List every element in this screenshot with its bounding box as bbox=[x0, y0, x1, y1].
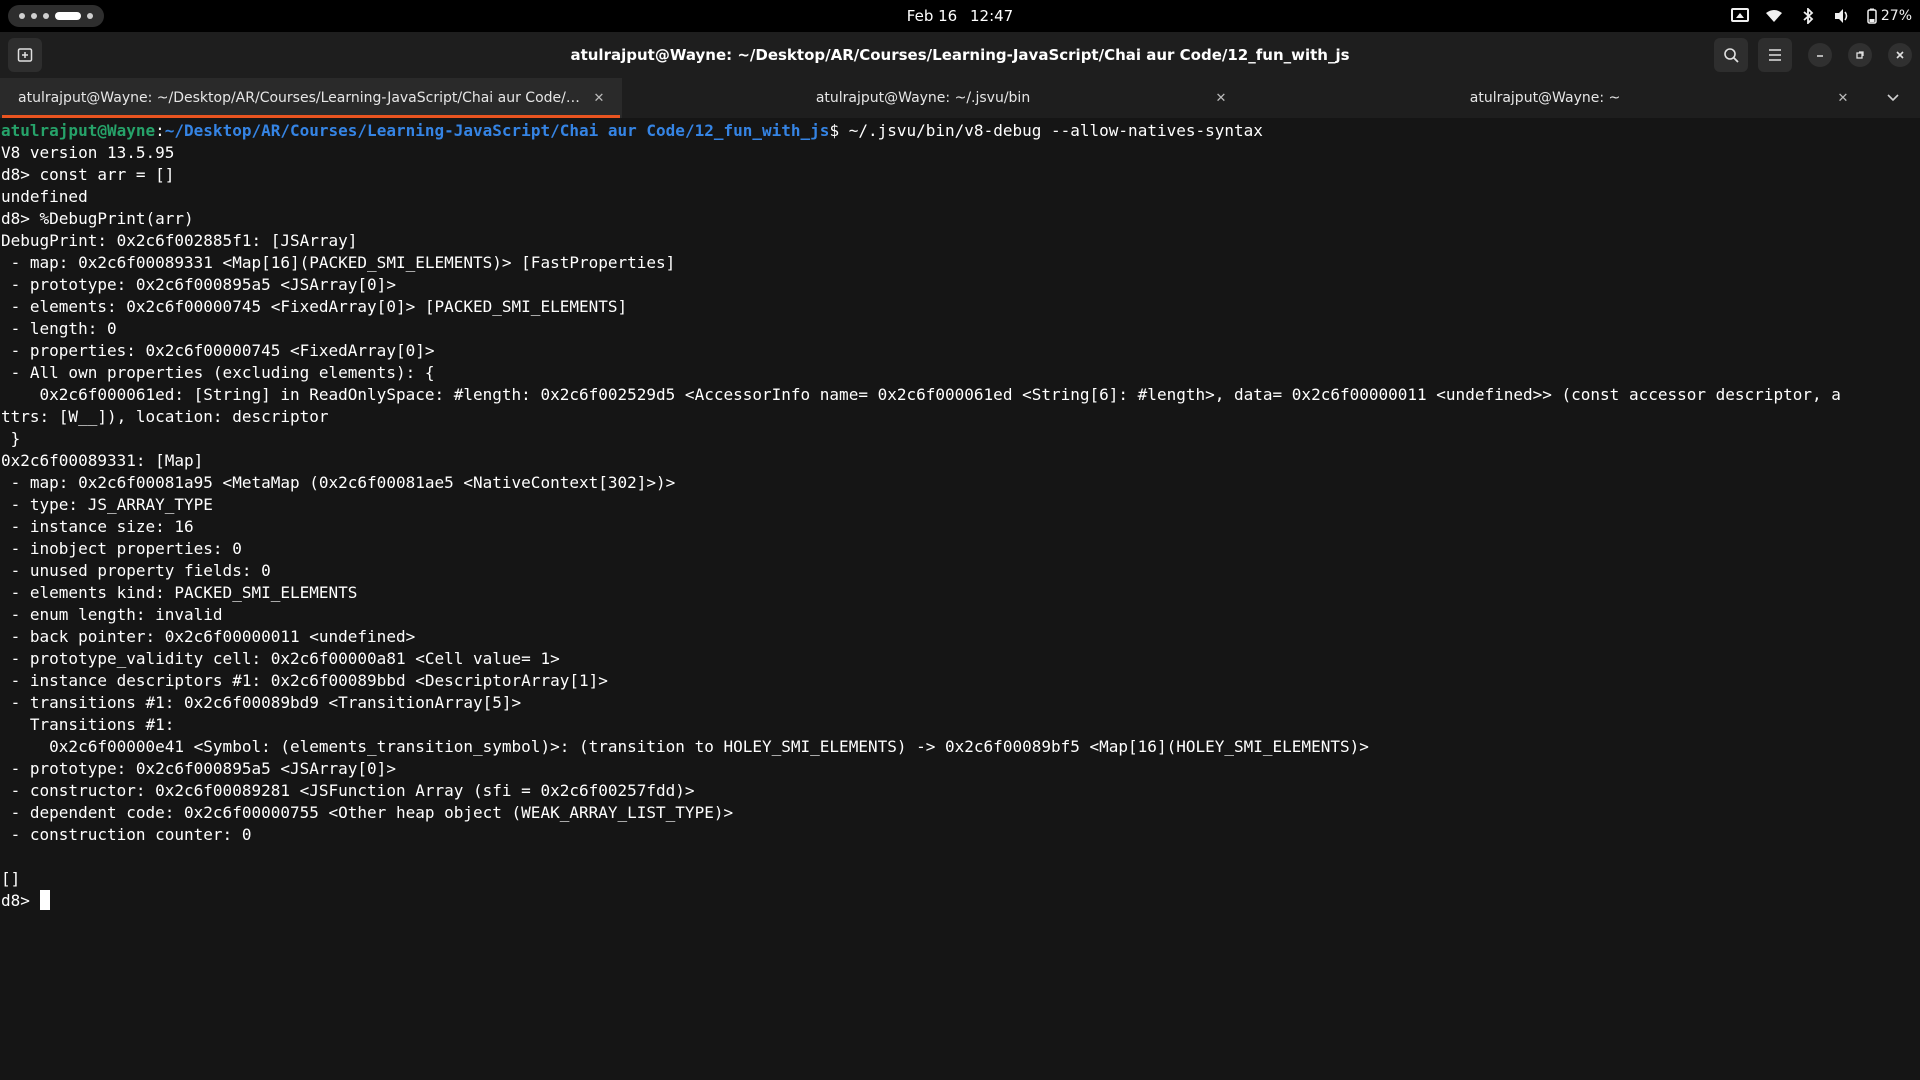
terminal-line: [] bbox=[1, 869, 21, 888]
close-window-button[interactable] bbox=[1888, 43, 1912, 67]
terminal-line: 0x2c6f00000e41 <Symbol: (elements_transi… bbox=[1, 737, 1369, 756]
tab-12-fun-with-js[interactable]: atulrajput@Wayne: ~/Desktop/AR/Courses/L… bbox=[0, 78, 622, 118]
terminal-line: 0x2c6f000061ed: [String] in ReadOnlySpac… bbox=[1, 385, 1841, 404]
tab-close-icon[interactable]: ✕ bbox=[1834, 89, 1852, 107]
terminal-line: } bbox=[1, 429, 21, 448]
terminal-line: DebugPrint: 0x2c6f002885f1: [JSArray] bbox=[1, 231, 358, 250]
clock-time: 12:47 bbox=[969, 7, 1014, 25]
terminal-line: - map: 0x2c6f00089331 <Map[16](PACKED_SM… bbox=[1, 253, 676, 272]
terminal-line: - transitions #1: 0x2c6f00089bd9 <Transi… bbox=[1, 693, 522, 712]
hamburger-menu-icon bbox=[1769, 49, 1781, 61]
tab-label: atulrajput@Wayne: ~/Desktop/AR/Courses/L… bbox=[18, 90, 584, 106]
system-top-bar: Feb 16 12:47 27% bbox=[0, 0, 1920, 32]
prompt-path: ~/Desktop/AR/Courses/Learning-JavaScript… bbox=[164, 121, 830, 140]
output-lines: V8 version 13.5.95 d8> const arr = [] unde… bbox=[1, 142, 1920, 890]
search-icon bbox=[1724, 48, 1739, 63]
terminal-line: - All own properties (excluding elements… bbox=[1, 363, 435, 382]
terminal-line: d8> %DebugPrint(arr) bbox=[1, 209, 194, 228]
chevron-down-icon bbox=[1887, 94, 1899, 102]
tab-close-icon[interactable]: ✕ bbox=[1212, 89, 1230, 107]
terminal-line: - prototype: 0x2c6f000895a5 <JSArray[0]> bbox=[1, 275, 396, 294]
system-tray[interactable]: 27% bbox=[1730, 7, 1912, 25]
terminal-line: - map: 0x2c6f00081a95 <MetaMap (0x2c6f00… bbox=[1, 473, 676, 492]
new-tab-icon bbox=[17, 48, 33, 62]
prompt-line: atulrajput@Wayne:~/Desktop/AR/Courses/Le… bbox=[1, 120, 1920, 142]
bluetooth-icon[interactable] bbox=[1799, 7, 1817, 25]
tab-label: atulrajput@Wayne: ~/.jsvu/bin bbox=[815, 90, 1031, 106]
window-title: atulrajput@Wayne: ~/Desktop/AR/Courses/L… bbox=[570, 46, 1350, 64]
volume-icon[interactable] bbox=[1833, 7, 1851, 25]
terminal-line: - inobject properties: 0 bbox=[1, 539, 242, 558]
final-prompt-line[interactable]: d8> bbox=[1, 890, 1920, 912]
prompt-command: $ ~/.jsvu/bin/v8-debug --allow-natives-s… bbox=[829, 121, 1263, 140]
new-tab-button[interactable] bbox=[8, 38, 42, 72]
terminal-line: - dependent code: 0x2c6f00000755 <Other … bbox=[1, 803, 734, 822]
clock-date: Feb 16 bbox=[906, 7, 958, 25]
tab-label: atulrajput@Wayne: ~ bbox=[1469, 90, 1621, 106]
minimize-button[interactable] bbox=[1808, 43, 1832, 67]
terminal-line: - enum length: invalid bbox=[1, 605, 223, 624]
workspace-dot bbox=[31, 13, 37, 19]
tab-jsvu-bin[interactable]: atulrajput@Wayne: ~/.jsvu/bin ✕ bbox=[622, 78, 1244, 118]
terminal-line: - instance size: 16 bbox=[1, 517, 194, 536]
text-cursor bbox=[39, 890, 50, 910]
terminal-line: 0x2c6f00089331: [Map] bbox=[1, 451, 204, 470]
terminal-line: - instance descriptors #1: 0x2c6f00089bb… bbox=[1, 671, 608, 690]
terminal-line: d8> const arr = [] bbox=[1, 165, 175, 184]
battery-icon bbox=[1867, 8, 1877, 24]
screen-share-icon[interactable] bbox=[1730, 7, 1749, 25]
clock[interactable]: Feb 16 12:47 bbox=[903, 7, 1017, 25]
terminal-line: - constructor: 0x2c6f00089281 <JSFunctio… bbox=[1, 781, 695, 800]
terminal-line: - properties: 0x2c6f00000745 <FixedArray… bbox=[1, 341, 435, 360]
prompt-user: atulrajput@Wayne bbox=[1, 121, 156, 140]
tab-home[interactable]: atulrajput@Wayne: ~ ✕ bbox=[1244, 78, 1866, 118]
battery-indicator[interactable]: 27% bbox=[1867, 8, 1912, 24]
terminal-line: - elements: 0x2c6f00000745 <FixedArray[0… bbox=[1, 297, 628, 316]
terminal-line: - length: 0 bbox=[1, 319, 117, 338]
terminal-line: V8 version 13.5.95 bbox=[1, 143, 175, 162]
terminal-line: - prototype_validity cell: 0x2c6f00000a8… bbox=[1, 649, 560, 668]
minimize-icon bbox=[1817, 55, 1823, 57]
final-prompt: d8> bbox=[1, 891, 40, 910]
tab-list-button[interactable] bbox=[1866, 78, 1920, 118]
tab-bar: atulrajput@Wayne: ~/Desktop/AR/Courses/L… bbox=[0, 78, 1920, 118]
close-icon bbox=[1896, 51, 1904, 59]
terminal-line: - elements kind: PACKED_SMI_ELEMENTS bbox=[1, 583, 358, 602]
terminal-line: undefined bbox=[1, 187, 88, 206]
wifi-icon[interactable] bbox=[1765, 7, 1783, 25]
terminal-line: - back pointer: 0x2c6f00000011 <undefine… bbox=[1, 627, 416, 646]
tab-close-icon[interactable]: ✕ bbox=[590, 89, 608, 107]
restore-icon bbox=[1856, 51, 1864, 59]
active-workspace-pill bbox=[55, 12, 81, 20]
workspace-dot bbox=[19, 13, 25, 19]
workspace-dot bbox=[43, 13, 49, 19]
search-button[interactable] bbox=[1714, 38, 1748, 72]
terminal-line: - prototype: 0x2c6f000895a5 <JSArray[0]> bbox=[1, 759, 396, 778]
terminal-output[interactable]: atulrajput@Wayne:~/Desktop/AR/Courses/Le… bbox=[0, 120, 1920, 1080]
terminal-header-bar: atulrajput@Wayne: ~/Desktop/AR/Courses/L… bbox=[0, 32, 1920, 78]
terminal-line: - type: JS_ARRAY_TYPE bbox=[1, 495, 213, 514]
restore-button[interactable] bbox=[1848, 43, 1872, 67]
terminal-line: ttrs: [W__]), location: descriptor bbox=[1, 407, 329, 426]
battery-percent: 27% bbox=[1880, 8, 1912, 24]
terminal-line: - construction counter: 0 bbox=[1, 825, 252, 844]
menu-button[interactable] bbox=[1758, 38, 1792, 72]
activities-indicator[interactable] bbox=[8, 5, 104, 27]
terminal-line: Transitions #1: bbox=[1, 715, 175, 734]
terminal-line: - unused property fields: 0 bbox=[1, 561, 271, 580]
workspace-dot bbox=[87, 13, 93, 19]
prompt-colon: : bbox=[155, 121, 165, 140]
